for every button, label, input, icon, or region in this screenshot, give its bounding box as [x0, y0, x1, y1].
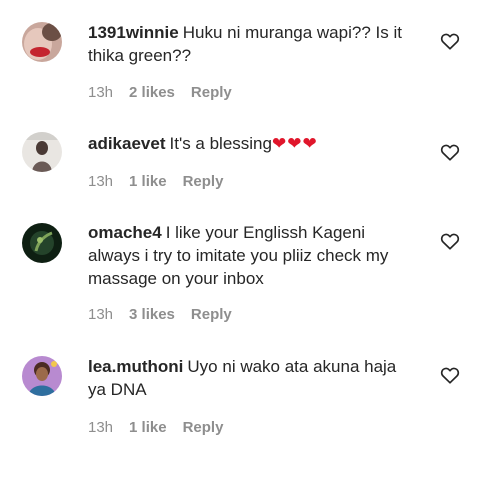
comment-time: 13h [88, 306, 114, 323]
like-heart-icon[interactable] [440, 366, 462, 386]
like-heart-icon[interactable] [440, 232, 462, 252]
comment-text: lea.muthoni Uyo ni wako ata akuna haja ya… [88, 355, 418, 401]
likes-count[interactable]: 1 like [129, 173, 167, 190]
avatar[interactable] [22, 132, 62, 172]
likes-count[interactable]: 1 like [129, 419, 167, 436]
like-heart-icon[interactable] [440, 32, 462, 52]
like-heart-icon[interactable] [440, 143, 462, 163]
avatar[interactable] [22, 356, 62, 396]
avatar[interactable] [22, 223, 62, 263]
comment-time: 13h [88, 173, 114, 190]
reply-button[interactable]: Reply [183, 419, 224, 436]
comment-meta: 13h 1 like Reply [88, 173, 223, 190]
comment-username[interactable]: omache4 [88, 223, 162, 242]
comment-text: adikaevet It's a blessing❤❤❤ [88, 132, 418, 155]
comment-body: It's a blessing [169, 134, 272, 153]
comment-username[interactable]: lea.muthoni [88, 357, 183, 376]
comment-meta: 13h 2 likes Reply [88, 84, 232, 101]
likes-count[interactable]: 3 likes [129, 306, 175, 323]
comment-meta: 13h 3 likes Reply [88, 306, 232, 323]
red-heart-icon: ❤❤❤ [271, 134, 318, 153]
comment-text: omache4 I like your Englissh Kageni alway… [88, 221, 418, 290]
comment-meta: 13h 1 like Reply [88, 419, 223, 436]
reply-button[interactable]: Reply [191, 306, 232, 323]
comment-username[interactable]: 1391winnie [88, 23, 179, 42]
reply-button[interactable]: Reply [191, 84, 232, 101]
likes-count[interactable]: 2 likes [129, 84, 175, 101]
comment-time: 13h [88, 84, 114, 101]
comment-text: 1391winnie Huku ni muranga wapi?? Is it t… [88, 21, 418, 67]
comment-username[interactable]: adikaevet [88, 134, 166, 153]
reply-button[interactable]: Reply [183, 173, 224, 190]
comment-time: 13h [88, 419, 114, 436]
avatar[interactable] [22, 22, 62, 62]
